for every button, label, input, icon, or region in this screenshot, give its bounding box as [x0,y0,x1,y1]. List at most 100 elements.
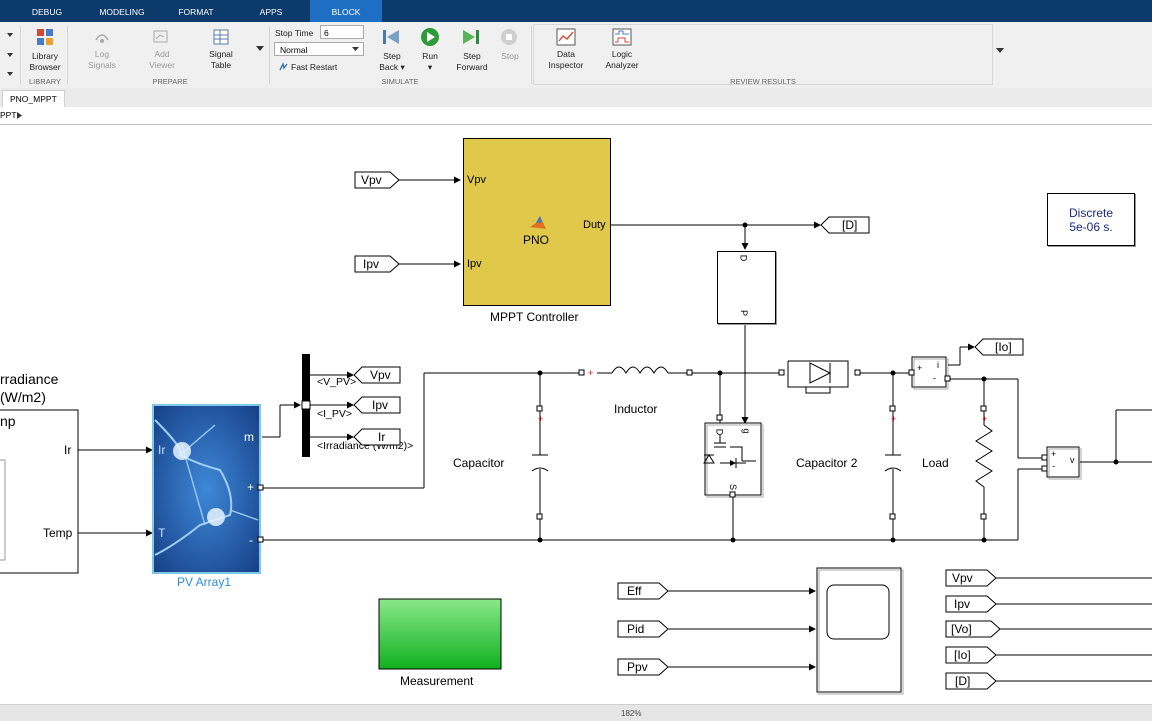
measurement-block[interactable] [379,599,501,669]
controller-input-vpv: Vpv [467,174,486,186]
from-tag-vpv-right-label: Vpv [952,571,973,585]
from-tag-eff-label: Eff [627,584,642,598]
logic-analyzer-label-2: Analyzer [605,60,639,70]
svg-text:+: + [891,414,896,424]
capacitor2-label: Capacitor 2 [796,456,858,470]
goto-tag-vpv-label: Vpv [370,368,391,382]
from-tag-ipv-label: Ipv [363,257,380,271]
simulation-mode-select[interactable]: Normal [274,42,364,56]
from-tag-d[interactable] [945,672,997,690]
run-dropdown-icon: ▾ [427,62,433,72]
library-browser-label-2: Browser [29,62,61,72]
library-browser-button[interactable]: Library Browser [24,51,66,73]
section-prepare: PREPARE [152,77,188,86]
add-viewer-icon [153,30,168,43]
irradiance-output-temp: Temp [43,526,73,540]
bus-signal-ipv: <I_PV> [317,408,353,420]
data-inspector-label-2: Inspector [548,60,584,70]
powergui-solver-block[interactable]: Discrete 5e-06 s. [1047,193,1135,246]
step-forward-label-2: Forward [456,62,488,72]
section-review-results: REVIEW RESULTS [730,77,796,86]
bus-signal-vpv: <V_PV> [317,376,357,388]
step-back-label-1: Step [383,51,401,61]
tab-modeling[interactable]: MODELING [92,0,152,22]
current-measurement-block[interactable] [912,357,946,387]
step-back-label-2: Back ▾ [379,62,405,72]
log-signals-icon [95,34,109,43]
tab-format[interactable]: FORMAT [170,0,222,22]
logic-analyzer-label-1: Logic [611,49,633,59]
data-inspector-button[interactable]: Data Inspector [542,49,590,71]
tab-block[interactable]: BLOCK [310,0,382,22]
from-tag-pid-label: Pid [627,622,645,636]
model-canvas[interactable]: + + + + Vpv Ipv Vpv Ipv Duty PNO MPPT Co… [0,125,1152,704]
library-browser-label-1: Library [32,51,58,61]
log-signals-button[interactable]: Log Signals [80,49,124,71]
pv-array-block[interactable] [153,405,260,573]
breadcrumb: PPT [0,107,1152,125]
breadcrumb-item[interactable]: PPT [0,110,17,120]
svg-text:+: + [982,414,987,424]
run-button[interactable]: Run ▾ [413,51,447,73]
from-tag-ipv-right[interactable] [945,595,997,613]
run-label: Run [422,51,438,61]
from-tag-io[interactable] [945,646,997,664]
from-tag-vo-label: [Vo] [951,622,972,636]
step-forward-button[interactable]: Step Forward [450,51,494,73]
pwm-port-d: D [738,254,749,262]
pwm-port-p: P [739,309,750,317]
stop-time-input[interactable]: 6 [320,25,364,39]
toolstrip: Library Browser LIBRARY Log Signals Add … [0,22,1152,89]
log-signals-label-2: Signals [88,60,116,70]
signal-table-label-2: Table [210,60,232,70]
signal-table-label-1: Signal [209,49,233,59]
from-tag-ppv-label: Ppv [627,660,648,674]
goto-tag-io-label: [Io] [995,340,1012,354]
add-viewer-label-1: Add [154,49,170,59]
stop-icon [501,29,517,45]
from-tag-io-label: [Io] [954,648,971,662]
svg-text:+: + [538,414,543,424]
solver-line-2: 5e-06 s. [1069,220,1113,234]
tab-pno-mppt[interactable]: PNO_MPPT [2,90,65,107]
review-dropdown-icon[interactable] [996,48,1004,54]
from-tag-vpv-label: Vpv [361,173,382,187]
fast-restart-icon [279,62,288,71]
step-forward-icon [463,30,479,44]
svg-text:+: + [588,368,593,378]
from-tag-eff[interactable] [617,582,669,600]
add-viewer-button[interactable]: Add Viewer [140,49,184,71]
ribbon-tab-bar: DEBUG MODELING FORMAT APPS BLOCK [0,0,1152,22]
step-back-button[interactable]: Step Back ▾ [372,51,412,73]
goto-tag-ir[interactable] [353,428,401,446]
solver-line-1: Discrete [1068,206,1113,220]
run-icon [421,28,439,46]
status-bar: 182% [0,704,1152,721]
stop-time-label: Stop Time [275,28,314,38]
load-label: Load [922,456,949,470]
matlab-function-icon [530,216,546,229]
section-simulate: SIMULATE [381,77,419,86]
temp-title: np [0,413,16,429]
voltage-measurement-block[interactable] [1047,447,1079,477]
add-viewer-label-2: Viewer [149,60,175,70]
tab-apps[interactable]: APPS [248,0,294,22]
signal-table-button[interactable]: Signal Table [198,49,244,71]
step-forward-label-1: Step [463,51,481,61]
data-inspector-label-1: Data [557,49,575,59]
stop-button[interactable]: Stop [496,51,524,62]
controller-output-duty: Duty [583,219,606,231]
logic-analyzer-button[interactable]: Logic Analyzer [598,49,646,71]
log-signals-label-1: Log [94,49,110,59]
prepare-dropdown-icon[interactable] [256,46,264,52]
mppt-controller-label: MPPT Controller [490,310,579,324]
tab-debug[interactable]: DEBUG [20,0,74,22]
scope-block[interactable] [817,568,901,692]
zoom-level[interactable]: 182% [621,709,641,718]
collapsed-arrows-icon[interactable] [6,28,16,78]
section-library: LIBRARY [29,77,61,86]
mosfet-block[interactable] [705,423,761,495]
chevron-down-icon [352,47,359,51]
breadcrumb-chevron-icon [17,112,22,119]
fast-restart-button[interactable]: Fast Restart [291,62,337,73]
